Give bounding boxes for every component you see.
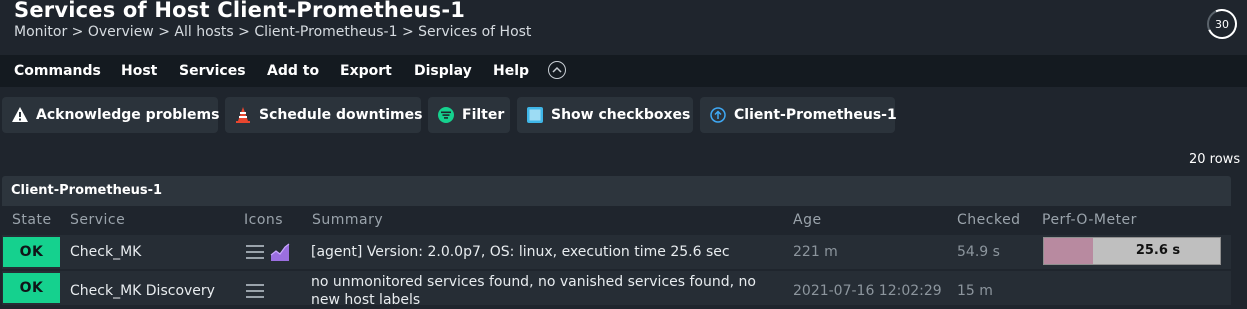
table-row: OK Check_MK Discovery no unmonitored ser… bbox=[2, 271, 1231, 308]
show-checkboxes-label: Show checkboxes bbox=[551, 107, 691, 123]
refresh-seconds: 30 bbox=[1215, 17, 1229, 31]
service-name[interactable]: Check_MK Discovery bbox=[70, 283, 215, 299]
host-up-arrow-icon bbox=[709, 106, 727, 124]
perf-o-meter-value: 25.6 s bbox=[1135, 243, 1181, 258]
column-service[interactable]: Service bbox=[70, 212, 125, 228]
breadcrumb[interactable]: Monitor > Overview > All hosts > Client-… bbox=[14, 24, 531, 40]
service-age: 221 m bbox=[793, 244, 838, 260]
row-count: 20 rows bbox=[1189, 152, 1241, 167]
menu-icon[interactable] bbox=[246, 284, 264, 302]
acknowledge-problems-button[interactable]: Acknowledge problems bbox=[2, 97, 220, 133]
column-perf-o-meter[interactable]: Perf-O-Meter bbox=[1042, 212, 1137, 228]
menu-icon[interactable] bbox=[246, 245, 264, 263]
menu-help[interactable]: Help bbox=[493, 63, 529, 79]
schedule-downtimes-button[interactable]: Schedule downtimes bbox=[225, 97, 423, 133]
refresh-timer-icon[interactable]: 30 bbox=[1207, 9, 1237, 39]
traffic-cone-icon bbox=[234, 106, 252, 124]
column-state[interactable]: State bbox=[12, 212, 52, 228]
filter-button[interactable]: Filter bbox=[428, 97, 510, 133]
status-badge[interactable]: OK bbox=[3, 237, 60, 267]
filter-icon bbox=[437, 106, 455, 124]
menu-display[interactable]: Display bbox=[414, 63, 472, 79]
host-link-button[interactable]: Client-Prometheus-1 bbox=[700, 97, 897, 133]
column-icons: Icons bbox=[244, 212, 284, 228]
service-checked: 54.9 s bbox=[957, 244, 1000, 260]
table-row: OK Check_MK [agent] Version: 2.0.0p7, OS… bbox=[2, 235, 1231, 269]
menu-services[interactable]: Services bbox=[179, 63, 246, 79]
page-title: Services of Host Client-Prometheus-1 bbox=[14, 0, 466, 22]
service-checked: 15 m bbox=[957, 283, 993, 299]
collapse-menu-icon[interactable] bbox=[548, 61, 566, 79]
column-age[interactable]: Age bbox=[793, 212, 822, 228]
menu-add-to[interactable]: Add to bbox=[267, 63, 319, 79]
menu-commands[interactable]: Commands bbox=[14, 63, 101, 79]
status-badge[interactable]: OK bbox=[3, 273, 60, 303]
graph-icon[interactable] bbox=[270, 242, 290, 266]
schedule-downtimes-label: Schedule downtimes bbox=[259, 107, 423, 123]
show-checkboxes-button[interactable]: Show checkboxes bbox=[517, 97, 693, 133]
menu-bar: Commands Host Services Add to Export Dis… bbox=[0, 55, 1247, 87]
column-checked[interactable]: Checked bbox=[957, 212, 1021, 228]
service-age: 2021-07-16 12:02:29 bbox=[793, 283, 942, 299]
host-group-title[interactable]: Client-Prometheus-1 bbox=[11, 183, 162, 198]
host-link-label: Client-Prometheus-1 bbox=[734, 107, 897, 123]
service-summary: [agent] Version: 2.0.0p7, OS: linux, exe… bbox=[311, 244, 730, 260]
perf-o-meter[interactable]: 25.6 s bbox=[1043, 237, 1221, 265]
filter-label: Filter bbox=[462, 107, 505, 123]
column-summary[interactable]: Summary bbox=[312, 212, 383, 228]
table-header: State Service Icons Summary Age Checked … bbox=[2, 207, 1231, 233]
service-name[interactable]: Check_MK bbox=[70, 244, 141, 260]
host-group-header[interactable]: Client-Prometheus-1 bbox=[2, 176, 1231, 206]
checkbox-icon bbox=[526, 106, 544, 124]
warning-icon bbox=[11, 106, 29, 124]
acknowledge-problems-label: Acknowledge problems bbox=[36, 107, 220, 123]
title-bar: Services of Host Client-Prometheus-1 Mon… bbox=[0, 0, 1247, 52]
menu-export[interactable]: Export bbox=[340, 63, 392, 79]
menu-host[interactable]: Host bbox=[121, 63, 157, 79]
